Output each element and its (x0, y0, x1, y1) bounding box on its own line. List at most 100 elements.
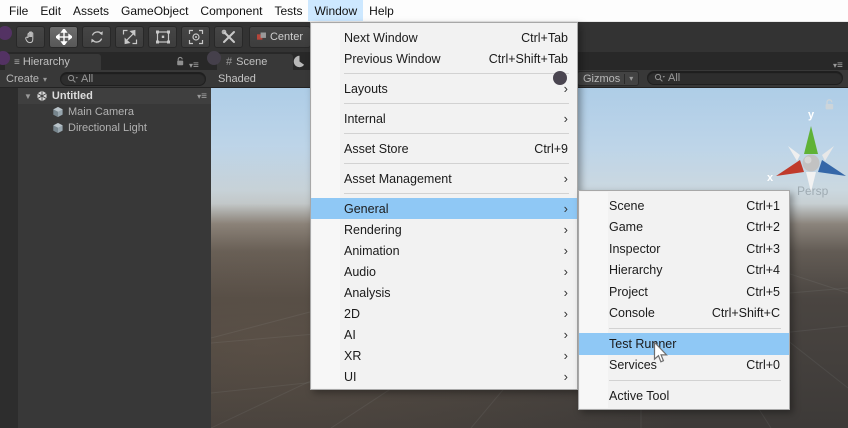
divider (624, 74, 625, 84)
menu-item-ui[interactable]: UI› (311, 366, 577, 387)
scale-tool-icon (122, 29, 138, 45)
axis-x-cone (776, 160, 804, 176)
scene-row-menu-icon[interactable]: ▾≡ (197, 90, 206, 102)
menu-bar: File Edit Assets GameObject Component Te… (0, 0, 848, 22)
search-icon (67, 74, 78, 84)
menu-item-analysis[interactable]: Analysis› (311, 282, 577, 303)
menu-separator (609, 328, 781, 329)
rect-tool-button[interactable] (148, 26, 177, 48)
menu-separator (344, 133, 569, 134)
menu-separator (344, 103, 569, 104)
submenu-arrow-icon: › (564, 244, 568, 257)
hierarchy-item-directional-light[interactable]: Directional Light (18, 120, 211, 136)
transform-tool-button[interactable] (181, 26, 210, 48)
hand-tool-button[interactable] (16, 26, 45, 48)
menu-item-previous-window[interactable]: Previous WindowCtrl+Shift+Tab (311, 48, 577, 69)
submenu-arrow-icon: › (564, 307, 568, 320)
submenu-arrow-icon: › (564, 286, 568, 299)
hierarchy-search-input[interactable]: All (60, 72, 206, 86)
submenu-item-active-tool[interactable]: Active Tool (579, 385, 789, 407)
tab-scene[interactable]: # Scene (217, 54, 293, 70)
submenu-arrow-icon: › (564, 112, 568, 125)
gizmos-dropdown[interactable]: Gizmos ▾ (577, 71, 639, 86)
submenu-arrow-icon: › (564, 349, 568, 362)
menu-item-animation[interactable]: Animation› (311, 240, 577, 261)
tab-hierarchy[interactable]: ≡ Hierarchy (5, 54, 101, 70)
submenu-item-game[interactable]: GameCtrl+2 (579, 217, 789, 239)
lock-icon[interactable] (175, 56, 186, 67)
hierarchy-tabstrip: ≡ Hierarchy ▾≡ (0, 52, 211, 70)
menu-window[interactable]: Window (308, 0, 363, 21)
hierarchy-lines-icon: ≡ (14, 57, 19, 68)
orientation-gizmo[interactable]: y x z (766, 102, 848, 202)
custom-tool-icon (221, 29, 237, 45)
axis-y-label: y (808, 109, 815, 121)
menu-item-asset-management[interactable]: Asset Management› (311, 168, 577, 189)
custom-tool-button[interactable] (214, 26, 243, 48)
submenu-item-services[interactable]: ServicesCtrl+0 (579, 355, 789, 377)
unity-editor-window: Persp y x z File (0, 0, 848, 428)
menu-item-rendering[interactable]: Rendering› (311, 219, 577, 240)
move-tool-icon (56, 29, 72, 45)
hierarchy-indent-strip (0, 88, 18, 428)
menu-file[interactable]: File (3, 0, 34, 21)
general-submenu: SceneCtrl+1 GameCtrl+2 InspectorCtrl+3 H… (578, 190, 790, 410)
gameobject-cube-icon (52, 106, 64, 118)
submenu-item-test-runner[interactable]: Test Runner (579, 333, 789, 355)
menu-item-internal[interactable]: Internal› (311, 108, 577, 129)
submenu-item-console[interactable]: ConsoleCtrl+Shift+C (579, 303, 789, 325)
create-button[interactable]: Create ▾ (6, 73, 47, 85)
hierarchy-tab-label: Hierarchy (23, 56, 70, 68)
item-label: Main Camera (68, 106, 134, 118)
gizmos-label: Gizmos (583, 73, 620, 85)
menu-item-layouts[interactable]: Layouts› (311, 78, 577, 99)
gameobject-cube-icon (52, 122, 64, 134)
axis-bottom-cone (806, 172, 816, 192)
scene-row-untitled[interactable]: ▼ Untitled ▾≡ (18, 88, 211, 104)
submenu-arrow-icon: › (564, 82, 568, 95)
pivot-label: Center (270, 31, 303, 43)
menu-help[interactable]: Help (363, 0, 400, 21)
overlay-dot (553, 71, 567, 85)
menu-edit[interactable]: Edit (34, 0, 67, 21)
submenu-item-inspector[interactable]: InspectorCtrl+3 (579, 238, 789, 260)
pivot-mode-button[interactable]: Center (249, 26, 311, 48)
menu-tests[interactable]: Tests (268, 0, 308, 21)
submenu-arrow-icon: › (564, 370, 568, 383)
menu-component[interactable]: Component (194, 0, 268, 21)
menu-separator (344, 163, 569, 164)
menu-item-2d[interactable]: 2D› (311, 303, 577, 324)
scene-search-input[interactable]: All (647, 71, 843, 85)
menu-gameobject[interactable]: GameObject (115, 0, 194, 21)
shading-mode-dropdown[interactable]: Shaded (218, 73, 256, 85)
gizmo-center-highlight (805, 157, 812, 164)
hand-tool-icon (23, 30, 39, 44)
menu-item-next-window[interactable]: Next WindowCtrl+Tab (311, 27, 577, 48)
scale-tool-button[interactable] (115, 26, 144, 48)
move-tool-button[interactable] (49, 26, 78, 48)
menu-item-audio[interactable]: Audio› (311, 261, 577, 282)
mouse-cursor (652, 341, 669, 365)
search-icon (654, 73, 665, 83)
menu-separator (344, 73, 569, 74)
submenu-item-scene[interactable]: SceneCtrl+1 (579, 195, 789, 217)
menu-separator (609, 380, 781, 381)
menu-assets[interactable]: Assets (67, 0, 115, 21)
overlay-dot (207, 51, 221, 65)
unity-logo-icon (36, 90, 48, 102)
hierarchy-item-main-camera[interactable]: Main Camera (18, 104, 211, 120)
foldout-icon[interactable]: ▼ (24, 92, 32, 101)
axis-back-left-cone (788, 146, 800, 161)
hierarchy-toolbar: Create ▾ All (0, 70, 211, 88)
submenu-item-project[interactable]: ProjectCtrl+5 (579, 281, 789, 303)
submenu-arrow-icon: › (564, 223, 568, 236)
gizmos-caret-icon: ▾ (629, 74, 633, 83)
menu-item-asset-store[interactable]: Asset StoreCtrl+9 (311, 138, 577, 159)
game-tab-icon[interactable] (293, 55, 306, 68)
menu-item-general[interactable]: General› (311, 198, 577, 219)
rotate-tool-button[interactable] (82, 26, 111, 48)
menu-item-xr[interactable]: XR› (311, 345, 577, 366)
submenu-item-hierarchy[interactable]: HierarchyCtrl+4 (579, 260, 789, 282)
axis-x-label: x (767, 172, 774, 184)
menu-item-ai[interactable]: AI› (311, 324, 577, 345)
